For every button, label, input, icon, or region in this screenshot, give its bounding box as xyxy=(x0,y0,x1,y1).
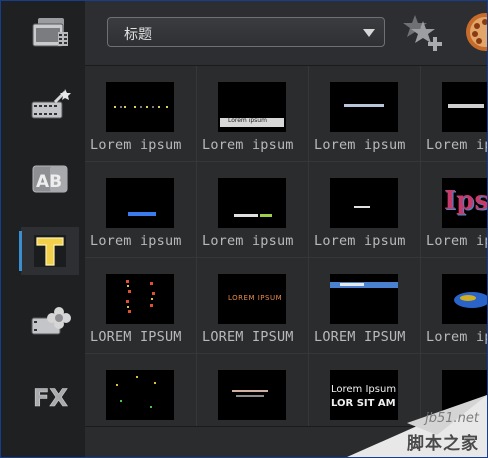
ab-label: AB xyxy=(36,172,62,192)
sidebar-item-media[interactable] xyxy=(21,9,79,57)
magic-wand-icon xyxy=(31,89,71,119)
thumb-text: Lorem ipsum xyxy=(228,117,267,124)
toolbar: 标题 xyxy=(85,1,488,66)
template-thumbnail xyxy=(442,82,487,132)
star-plus-icon[interactable] xyxy=(403,13,447,53)
chevron-down-icon xyxy=(363,29,375,37)
app-window: AB FX 标题 Lorem ipsum Lorem ipsum Lorem i… xyxy=(0,0,488,458)
category-dropdown[interactable]: 标题 xyxy=(107,17,385,47)
template-tile[interactable]: Lorem ipsum xyxy=(85,66,197,162)
template-tile[interactable]: Lorem ipsum xyxy=(85,162,197,258)
sidebar-item-titles[interactable] xyxy=(19,227,79,275)
sidebar-item-transitions[interactable]: AB xyxy=(21,155,79,203)
template-label: Lorem ipsum xyxy=(426,233,487,249)
watermark-url: jb51.net xyxy=(425,411,479,426)
sidebar-item-effects[interactable] xyxy=(21,81,79,129)
thumb-line xyxy=(340,283,364,286)
template-thumbnail xyxy=(218,370,286,420)
template-label: Lorem ipsum xyxy=(314,137,406,153)
thumb-art xyxy=(116,376,156,408)
thumb-line xyxy=(236,395,264,397)
template-tile[interactable]: Lorem ipsum xyxy=(421,258,487,354)
watermark-name: 脚本之家 xyxy=(407,434,479,454)
template-tile[interactable]: Lorem ipsum xyxy=(309,66,421,162)
sidebar: AB FX xyxy=(1,1,85,457)
template-label: Lorem ipsum xyxy=(202,233,294,249)
thumb-art xyxy=(454,292,487,308)
thumb-text: LOREM IPSUM xyxy=(228,294,283,302)
thumb-text: Lorem Ipsum xyxy=(331,384,397,395)
template-thumbnail xyxy=(330,274,398,324)
template-thumbnail xyxy=(106,274,174,324)
thumb-art xyxy=(126,280,155,313)
thumb-line xyxy=(354,206,370,208)
template-tile[interactable]: Lorem ipsum xyxy=(421,66,487,162)
filmstrip-icon xyxy=(32,18,68,47)
template-thumbnail xyxy=(442,274,487,324)
template-thumbnail xyxy=(106,178,174,228)
template-label: LOREM IPSUM xyxy=(202,329,294,345)
thumb-accent xyxy=(260,214,272,217)
ab-transition-icon: AB xyxy=(32,165,68,193)
template-thumbnail xyxy=(106,370,174,420)
template-label: LOREM IPSUM xyxy=(314,329,406,345)
palette-orb-icon[interactable] xyxy=(463,12,488,52)
watermark: jb51.net 脚本之家 xyxy=(347,395,487,457)
template-label: Lorem ipsum xyxy=(314,233,406,249)
template-label: Lorem ipsum xyxy=(90,137,182,153)
template-label: Lorem ipsum xyxy=(426,329,487,345)
template-tile[interactable]: Lorem ipsum Lorem ipsum xyxy=(197,66,309,162)
category-dropdown-value: 标题 xyxy=(124,27,152,43)
template-thumbnail: LOREM IPSUM xyxy=(218,274,286,324)
thumb-art xyxy=(114,106,168,108)
thumb-line xyxy=(344,104,384,107)
template-thumbnail xyxy=(330,178,398,228)
flower-graphic-icon xyxy=(31,307,71,335)
template-tile[interactable]: Lorem ipsum xyxy=(309,162,421,258)
template-thumbnail: Lorem ipsum xyxy=(218,82,286,132)
template-thumbnail xyxy=(330,82,398,132)
fx-label: FX xyxy=(33,384,68,412)
fx-icon: FX xyxy=(33,384,69,412)
title-t-icon xyxy=(34,235,66,267)
sidebar-item-graphics[interactable] xyxy=(21,297,79,345)
title-template-grid: Lorem ipsum Lorem ipsum Lorem ipsum Lore… xyxy=(85,66,488,450)
template-label: Lorem ipsum xyxy=(202,137,294,153)
template-label: Lorem ipsum xyxy=(426,137,487,153)
template-thumbnail: Ipsu xyxy=(442,178,488,228)
template-label: Lorem ipsum xyxy=(90,233,182,249)
thumb-line xyxy=(128,212,156,216)
template-tile[interactable]: LOREM IPSUM xyxy=(309,258,421,354)
template-tile[interactable]: Lorem ipsum xyxy=(197,162,309,258)
template-label: LOREM IPSUM xyxy=(90,329,182,345)
sidebar-item-filters[interactable]: FX xyxy=(21,371,79,419)
thumb-text: Ipsu xyxy=(444,186,488,216)
template-tile[interactable]: LOREM IPSUM LOREM IPSUM xyxy=(197,258,309,354)
thumb-line xyxy=(232,390,268,392)
template-tile[interactable]: LOREM IPSUM xyxy=(85,258,197,354)
thumb-line xyxy=(448,104,484,108)
template-tile[interactable]: Ipsu Lorem ipsum xyxy=(421,162,488,258)
template-thumbnail xyxy=(106,82,174,132)
template-thumbnail xyxy=(218,178,286,228)
thumb-line xyxy=(234,214,258,217)
